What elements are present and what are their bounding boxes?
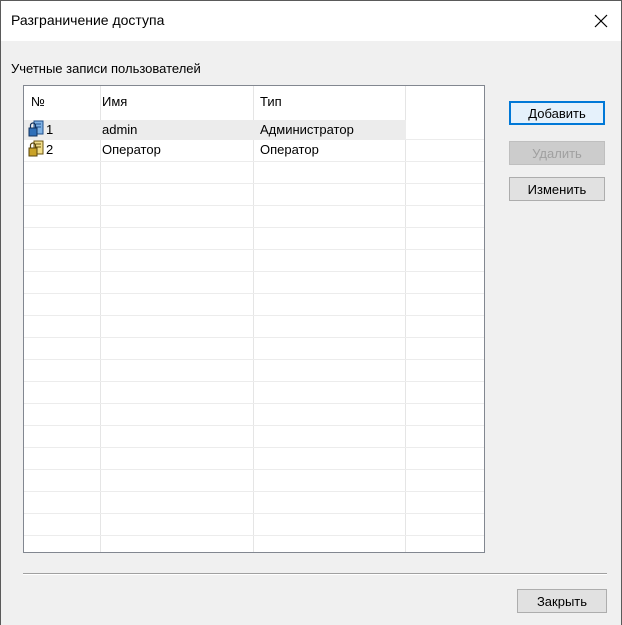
close-button[interactable]: Закрыть <box>517 589 607 613</box>
row-name: admin <box>102 122 138 137</box>
list-header: № Имя Тип <box>24 86 484 120</box>
row-name: Оператор <box>102 142 161 157</box>
delete-button[interactable]: Удалить <box>509 141 605 165</box>
user-accounts-list[interactable]: № Имя Тип 1 admin Администратор 2 Операт… <box>23 85 485 553</box>
row-number: 1 <box>46 122 54 137</box>
add-button[interactable]: Добавить <box>509 101 605 125</box>
row-gridline <box>24 161 484 162</box>
user-accounts-label: Учетные записи пользователей <box>11 61 201 76</box>
column-separator <box>100 86 101 552</box>
row-gridline <box>24 227 484 228</box>
row-gridline <box>24 249 484 250</box>
row-gridline <box>24 139 484 140</box>
row-gridline <box>24 381 484 382</box>
row-gridline <box>24 205 484 206</box>
row-gridline <box>24 315 484 316</box>
user-operator-icon <box>28 140 44 157</box>
row-gridline <box>24 183 484 184</box>
window-title: Разграничение доступа <box>11 12 165 28</box>
column-header-name[interactable]: Имя <box>102 94 127 109</box>
row-gridline <box>24 535 484 536</box>
row-gridline <box>24 469 484 470</box>
row-gridline <box>24 337 484 338</box>
row-number: 2 <box>46 142 54 157</box>
close-icon <box>594 14 608 28</box>
row-type: Администратор <box>260 122 354 137</box>
column-separator <box>253 86 254 552</box>
user-admin-icon <box>28 120 44 137</box>
column-header-number[interactable]: № <box>31 94 45 109</box>
divider <box>23 574 607 575</box>
row-gridline <box>24 293 484 294</box>
row-type: Оператор <box>260 142 319 157</box>
column-separator <box>405 86 406 552</box>
title-bar: Разграничение доступа <box>1 1 621 41</box>
row-gridline <box>24 447 484 448</box>
row-gridline <box>24 271 484 272</box>
edit-button[interactable]: Изменить <box>509 177 605 201</box>
column-header-type[interactable]: Тип <box>260 94 282 109</box>
access-control-dialog: Разграничение доступа Учетные записи пол… <box>0 0 622 625</box>
row-gridline <box>24 425 484 426</box>
close-window-button[interactable] <box>581 1 621 41</box>
row-gridline <box>24 513 484 514</box>
row-gridline <box>24 491 484 492</box>
row-gridline <box>24 403 484 404</box>
row-gridline <box>24 359 484 360</box>
